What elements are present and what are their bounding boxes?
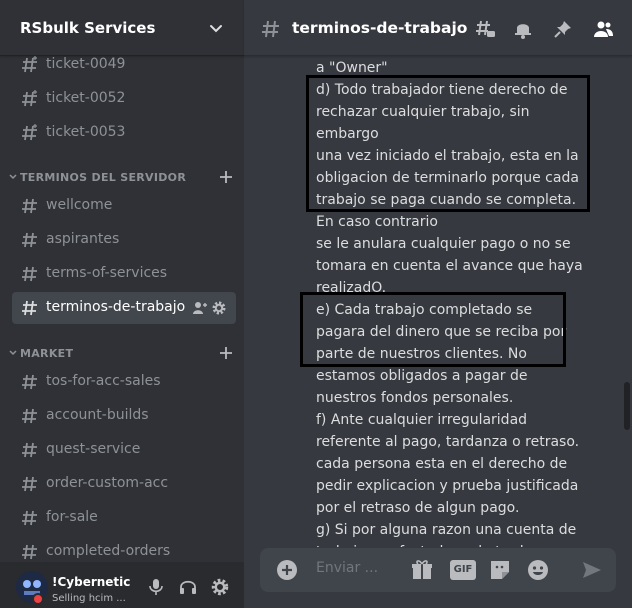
- hash-icon: [22, 232, 37, 248]
- channel-ticket-0052[interactable]: ticket-0052: [12, 83, 236, 115]
- gear-icon[interactable]: [210, 577, 230, 597]
- message-area: a "Owner" d) Todo trabajador tiene derech…: [244, 57, 632, 547]
- chevron-down-icon: [9, 350, 17, 356]
- gift-icon[interactable]: [410, 558, 434, 582]
- channel-label: ticket-0053: [46, 124, 126, 140]
- mic-icon[interactable]: [146, 577, 166, 597]
- members-icon[interactable]: [592, 18, 614, 40]
- hash-icon: [262, 20, 279, 38]
- chevron-down-icon: [9, 174, 17, 180]
- gif-button[interactable]: GIF: [450, 560, 476, 580]
- message-line: En caso contrario: [316, 214, 438, 230]
- channel-tos-for-acc-sales[interactable]: tos-for-acc-sales: [12, 366, 236, 398]
- highlight-box-e: [300, 292, 566, 367]
- channel-wellcome[interactable]: wellcome: [12, 190, 236, 222]
- message-line: estamos obligados a pagar de: [316, 368, 528, 384]
- hash-icon: [22, 90, 37, 107]
- hash-icon: [22, 476, 37, 492]
- hash-icon: [22, 374, 37, 390]
- chevron-down-icon[interactable]: [208, 20, 224, 36]
- channel-aspirantes[interactable]: aspirantes: [12, 224, 236, 256]
- user-custom-status: Selling hcim ...: [52, 593, 126, 604]
- pin-icon[interactable]: [552, 18, 574, 40]
- channel-label: aspirantes: [46, 231, 120, 247]
- message-line: f) Ante cualquier irregularidad: [316, 412, 528, 428]
- headphones-icon[interactable]: [178, 577, 198, 597]
- channel-header: terminos-de-trabajo: [244, 0, 632, 56]
- message-line: trabajo es afectada en la tarde: [316, 541, 586, 547]
- hash-icon: [22, 544, 37, 560]
- message-line: pedir explicacion y prueba justificada: [316, 478, 579, 494]
- channel-label: terminos-de-trabajo: [46, 299, 186, 315]
- channel-sidebar: RSbulk Services ticket-0049 ticket-0052 …: [0, 0, 244, 608]
- category-label: TERMINOS DEL SERVIDOR: [20, 171, 187, 184]
- message-input[interactable]: [316, 560, 406, 576]
- channel-label: ticket-0052: [46, 90, 126, 106]
- channel-label: tos-for-acc-sales: [46, 373, 161, 389]
- channel-ticket-0049[interactable]: ticket-0049: [12, 52, 236, 81]
- plus-icon[interactable]: [218, 169, 234, 185]
- channel-terminos-de-trabajo[interactable]: terminos-de-trabajo: [12, 292, 236, 324]
- channel-label: ticket-0049: [46, 56, 126, 72]
- channel-terms-of-services[interactable]: terms-of-services: [12, 258, 236, 290]
- bell-icon[interactable]: [512, 18, 534, 40]
- hash-icon: [22, 124, 37, 141]
- message-line: referente al pago, tardanza o retraso.: [316, 434, 580, 450]
- threads-icon[interactable]: [474, 18, 496, 40]
- emoji-icon[interactable]: [526, 558, 550, 582]
- server-header[interactable]: RSbulk Services: [0, 0, 244, 56]
- gear-icon[interactable]: [211, 300, 227, 316]
- channel-account-builds[interactable]: account-builds: [12, 400, 236, 432]
- channel-order-custom-acc[interactable]: order-custom-acc: [12, 468, 236, 500]
- channel-label: completed-orders: [46, 543, 171, 559]
- hash-icon: [22, 408, 37, 424]
- channel-completed-orders[interactable]: completed-orders: [12, 536, 236, 562]
- message-line: se le anulara cualquier pago o no se: [316, 236, 571, 252]
- channel-quest-service[interactable]: quest-service: [12, 434, 236, 466]
- channel-list: ticket-0049 ticket-0052 ticket-0053 TERM…: [0, 52, 244, 562]
- status-dnd-indicator: [32, 593, 44, 605]
- add-member-icon[interactable]: [192, 300, 208, 316]
- message-line: nuestros fondos personales.: [316, 390, 514, 406]
- channel-label: terms-of-services: [46, 265, 168, 281]
- hash-icon: [22, 56, 37, 73]
- channel-label: quest-service: [46, 441, 141, 457]
- hash-icon: [22, 198, 37, 214]
- send-icon[interactable]: [580, 558, 604, 582]
- hash-icon: [22, 266, 37, 282]
- channel-label: for-sale: [46, 509, 98, 525]
- category-label: MARKET: [20, 347, 74, 360]
- channel-for-sale[interactable]: for-sale: [12, 502, 236, 534]
- highlight-box-d: [306, 75, 590, 212]
- user-panel: !Cybernetic Selling hcim ...: [0, 562, 244, 608]
- channel-title: terminos-de-trabajo: [292, 19, 468, 37]
- scrollbar-thumb[interactable]: [624, 382, 630, 430]
- channel-label: wellcome: [46, 197, 113, 213]
- add-circle-icon[interactable]: [276, 559, 298, 581]
- channel-label: order-custom-acc: [46, 475, 169, 491]
- hash-icon: [22, 442, 37, 458]
- username: !Cybernetic: [52, 575, 131, 589]
- message-line: por el retraso de algun pago.: [316, 500, 520, 516]
- hash-icon: [22, 300, 37, 316]
- channel-ticket-0053[interactable]: ticket-0053: [12, 117, 236, 149]
- category-market[interactable]: MARKET: [6, 344, 238, 364]
- server-name: RSbulk Services: [20, 19, 156, 37]
- message-line: tomara en cuenta el avance que haya: [316, 258, 583, 274]
- channel-label: account-builds: [46, 407, 149, 423]
- category-terminos-del-servidor[interactable]: TERMINOS DEL SERVIDOR: [6, 168, 238, 188]
- hash-icon: [22, 510, 37, 526]
- message-line: g) Si por alguna razon una cuenta de: [316, 522, 577, 538]
- message-composer: GIF: [260, 548, 616, 592]
- sticker-icon[interactable]: [488, 558, 512, 582]
- plus-icon[interactable]: [218, 345, 234, 361]
- message-line: cada persona esta en el derecho de: [316, 456, 568, 472]
